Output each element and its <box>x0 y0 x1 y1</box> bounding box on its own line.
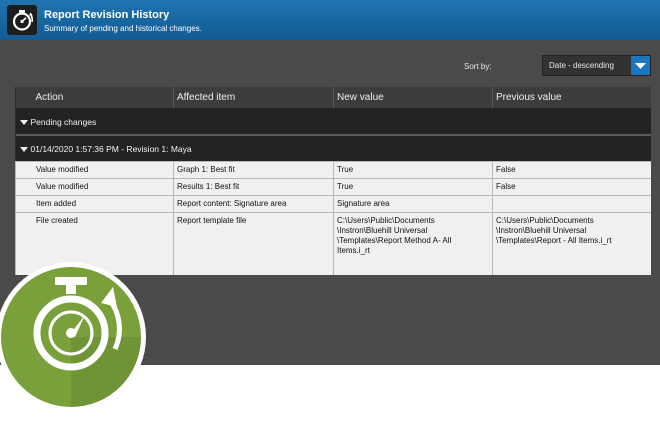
cell-affected-item: Results 1: Best fit <box>173 178 334 196</box>
path-line: \Templates\Report - All Items.i_rt <box>496 236 612 245</box>
revision-table: Action Affected item New value Previous … <box>15 87 651 275</box>
pending-changes-label: Pending changes <box>30 116 97 127</box>
cell-previous-value: False <box>492 161 651 179</box>
cell-affected-item: Report template file <box>173 212 334 275</box>
cell-previous-value: C:\Users\Public\Documents \Instron\Blueh… <box>492 212 651 275</box>
window-subtitle: Summary of pending and historical change… <box>44 24 202 33</box>
revision-label: 01/14/2020 1:57:36 PM - Revision 1: Maya <box>30 143 192 154</box>
path-line: Items.i_rt <box>337 246 370 255</box>
table-header-row: Action Affected item New value Previous … <box>15 87 651 109</box>
stopwatch-icon <box>7 5 37 35</box>
column-header-previous-value[interactable]: Previous value <box>492 87 651 109</box>
expand-triangle-icon[interactable] <box>19 146 28 152</box>
chevron-down-icon[interactable] <box>631 56 650 75</box>
cell-action: Item added <box>15 195 174 213</box>
cell-new-value: Signature area <box>333 195 493 213</box>
cell-action: Value modified <box>15 161 174 179</box>
group-row[interactable]: 01/14/2020 1:57:36 PM - Revision 1: Maya <box>15 134 651 162</box>
cell-new-value: True <box>333 161 493 179</box>
table-row[interactable]: Item added Report content: Signature are… <box>15 195 651 213</box>
sort-dropdown-value: Date - descending <box>549 61 614 70</box>
table-row[interactable]: Value modified Graph 1: Best fit True Fa… <box>15 161 651 179</box>
cell-affected-item: Report content: Signature area <box>173 195 334 213</box>
cell-previous-value: False <box>492 178 651 196</box>
path-line: \Instron\Bluehill Universal <box>496 226 587 235</box>
path-line: \Instron\Bluehill Universal <box>337 226 428 235</box>
path-line: C:\Users\Public\Documents <box>496 216 594 225</box>
cell-new-value: C:\Users\Public\Documents \Instron\Blueh… <box>333 212 493 275</box>
revision-history-badge-icon <box>0 257 151 417</box>
revision-group[interactable]: 01/14/2020 1:57:36 PM - Revision 1: Maya <box>15 134 651 162</box>
cell-previous-value <box>492 195 651 213</box>
path-line: C:\Users\Public\Documents <box>337 216 435 225</box>
path-line: \Templates\Report Method A- All <box>337 236 452 245</box>
cell-action: Value modified <box>15 178 174 196</box>
group-row[interactable]: Pending changes <box>15 108 651 135</box>
expand-triangle-icon[interactable] <box>19 119 28 125</box>
table-row[interactable]: Value modified Results 1: Best fit True … <box>15 178 651 196</box>
pending-changes-group[interactable]: Pending changes <box>15 108 651 135</box>
column-header-affected-item[interactable]: Affected item <box>173 87 334 109</box>
sort-by-label: Sort by: <box>464 62 492 71</box>
cell-affected-item: Graph 1: Best fit <box>173 161 334 179</box>
column-header-new-value[interactable]: New value <box>333 87 493 109</box>
column-header-action[interactable]: Action <box>15 87 174 109</box>
window-title: Report Revision History <box>44 9 170 21</box>
sort-dropdown[interactable]: Date - descending <box>542 55 651 76</box>
cell-new-value: True <box>333 178 493 196</box>
title-bar: Report Revision History Summary of pendi… <box>0 0 660 40</box>
